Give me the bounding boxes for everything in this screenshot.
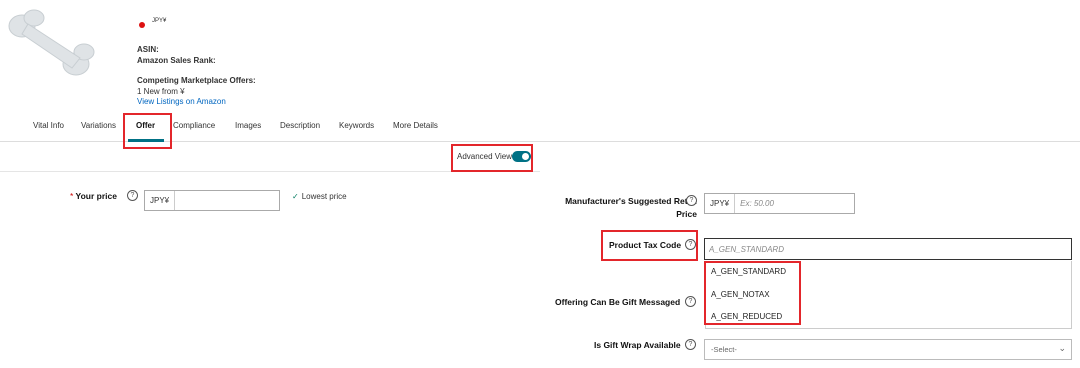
tax-code-input[interactable]: [705, 239, 1071, 259]
msrp-label: Manufacturer's Suggested Retail Price: [565, 196, 697, 219]
gift-wrap-selected: -Select-: [711, 345, 737, 354]
chevron-down-icon: ⌄: [1058, 343, 1066, 353]
advanced-view-label: Advanced View: [457, 152, 512, 161]
offers-count: 1 New from ¥: [137, 87, 185, 96]
msrp-help-icon[interactable]: ?: [686, 195, 697, 206]
your-price-label: * Your price: [70, 191, 117, 201]
tab-images[interactable]: Images: [235, 121, 261, 130]
tab-variations[interactable]: Variations: [81, 121, 116, 130]
gift-message-label: Offering Can Be Gift Messaged: [555, 297, 681, 307]
tab-vital-info[interactable]: Vital Info: [33, 121, 64, 130]
tab-compliance[interactable]: Compliance: [173, 121, 215, 130]
marketplace-currency: JPY¥: [152, 18, 167, 24]
tab-more-details[interactable]: More Details: [393, 121, 438, 130]
tax-option-standard[interactable]: A_GEN_STANDARD: [711, 267, 786, 276]
advanced-view-toggle[interactable]: [512, 151, 531, 162]
product-image: [8, 9, 95, 76]
lowest-price-indicator: ✓ Lowest price: [292, 192, 347, 201]
gift-wrap-select[interactable]: -Select- ⌄: [704, 339, 1072, 360]
tab-offer[interactable]: Offer: [136, 121, 155, 130]
toolbar-divider: [0, 171, 540, 172]
tax-option-notax[interactable]: A_GEN_NOTAX: [711, 290, 770, 299]
your-price-currency: JPY¥: [145, 191, 176, 210]
tax-option-reduced[interactable]: A_GEN_REDUCED: [711, 312, 782, 321]
msrp-input[interactable]: [735, 194, 857, 213]
tax-code-label: Product Tax Code: [609, 240, 682, 250]
msrp-input-group: JPY¥: [704, 193, 857, 214]
checkmark-icon: ✓: [292, 192, 299, 201]
japan-flag-icon: [139, 22, 145, 28]
tab-description[interactable]: Description: [280, 121, 320, 130]
asin-label: ASIN:: [137, 45, 159, 54]
toggle-knob: [522, 153, 529, 160]
gift-message-help-icon[interactable]: ?: [685, 296, 696, 307]
tax-code-help-icon[interactable]: ?: [685, 239, 696, 250]
competing-offers-label: Competing Marketplace Offers:: [137, 76, 256, 85]
gift-wrap-label: Is Gift Wrap Available: [594, 340, 681, 350]
gift-wrap-help-icon[interactable]: ?: [685, 339, 696, 350]
active-tab-indicator: [128, 139, 164, 142]
tab-keywords[interactable]: Keywords: [339, 121, 374, 130]
your-price-help-icon[interactable]: ?: [127, 190, 138, 201]
view-listings-link[interactable]: View Listings on Amazon: [137, 97, 226, 106]
sales-rank-label: Amazon Sales Rank:: [137, 56, 216, 65]
msrp-currency: JPY¥: [705, 194, 736, 213]
tax-code-dropdown: A_GEN_STANDARD A_GEN_NOTAX A_GEN_REDUCED: [705, 261, 1072, 329]
tab-bar: Vital Info Variations Offer Compliance I…: [0, 112, 1080, 142]
your-price-input-group: JPY¥: [144, 190, 297, 211]
tax-code-input-box: [704, 238, 1072, 260]
your-price-input[interactable]: [175, 191, 297, 210]
